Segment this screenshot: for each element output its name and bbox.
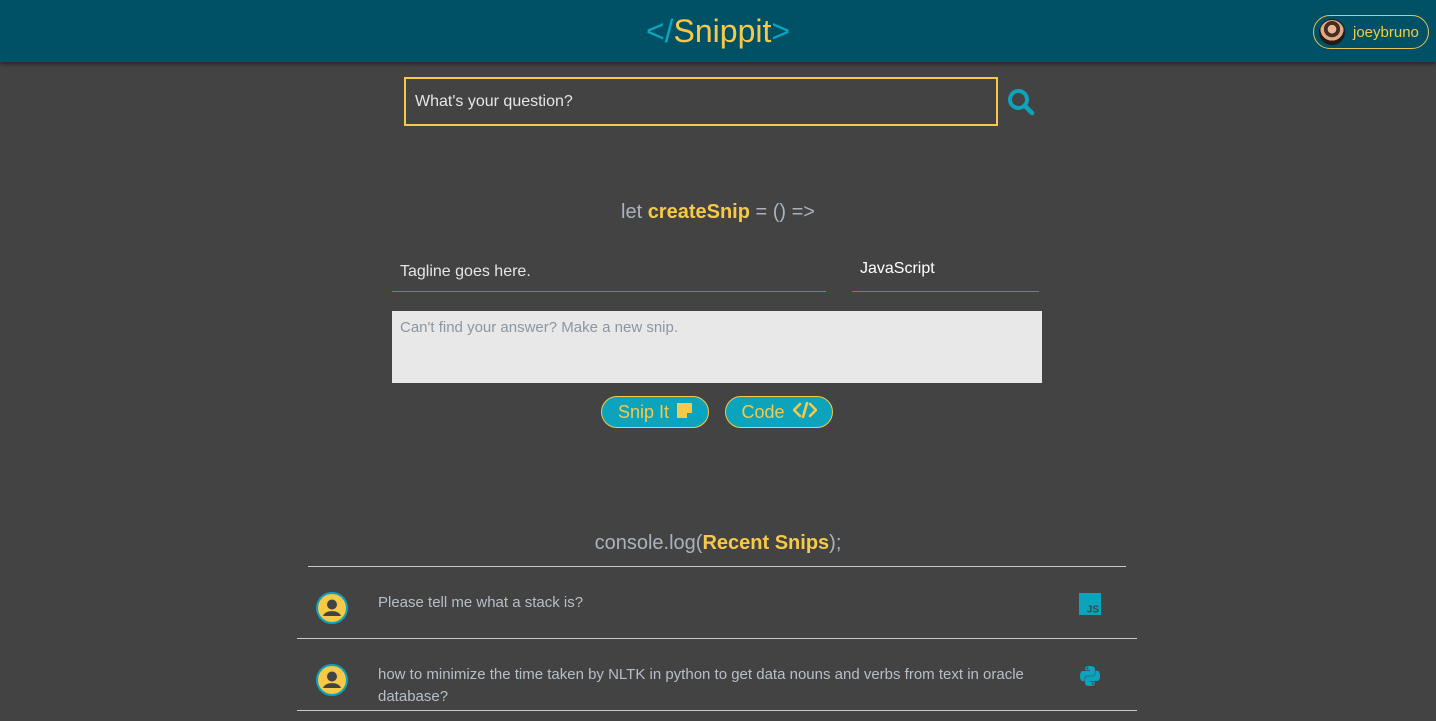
snip-title: how to minimize the time taken by NLTK i…: [378, 666, 1024, 705]
javascript-icon: JS: [1079, 593, 1101, 616]
create-heading-prefix: let: [621, 201, 648, 223]
python-icon: [1079, 665, 1101, 687]
user-avatar-icon: [316, 664, 348, 696]
user-avatar-icon: [316, 592, 348, 624]
username-label: joeybruno: [1353, 23, 1419, 41]
user-menu-button[interactable]: joeybruno: [1313, 15, 1429, 49]
recent-heading-prefix: console.log(: [594, 532, 703, 554]
user-avatar: [1319, 19, 1345, 45]
language-select[interactable]: JavaScript: [852, 252, 1039, 292]
snip-it-label: Snip It: [617, 401, 670, 422]
app-logo[interactable]: </Snippit>: [0, 11, 1436, 51]
search-icon[interactable]: [1006, 87, 1036, 117]
search-input[interactable]: [404, 77, 998, 126]
create-heading-name: createSnip: [647, 201, 750, 223]
recent-snip-item[interactable]: Please tell me what a stack is? JS: [297, 567, 1137, 639]
snip-title: Please tell me what a stack is?: [378, 594, 584, 611]
sticky-note-icon: [677, 402, 693, 423]
recent-snip-item[interactable]: how to minimize the time taken by NLTK i…: [297, 639, 1137, 711]
create-snip-heading: let createSnip = () =>: [0, 201, 1436, 224]
code-button[interactable]: Code: [725, 396, 833, 428]
create-heading-suffix: = () =>: [749, 201, 815, 223]
recent-snips-heading: console.log(Recent Snips);: [0, 532, 1436, 555]
snip-body-textarea[interactable]: [392, 311, 1042, 383]
logo-close-bracket: >: [771, 13, 791, 49]
logo-open-bracket: </: [645, 13, 674, 49]
tagline-input[interactable]: [392, 252, 826, 292]
code-icon: [792, 401, 817, 423]
svg-text:JS: JS: [1087, 605, 1100, 616]
recent-heading-suffix: );: [829, 532, 842, 554]
logo-name: Snippit: [673, 13, 772, 49]
snip-it-button[interactable]: Snip It: [601, 396, 709, 428]
code-label: Code: [741, 401, 785, 422]
top-nav-bar: </Snippit> joeybruno: [0, 0, 1436, 62]
recent-heading-name: Recent Snips: [702, 532, 830, 554]
